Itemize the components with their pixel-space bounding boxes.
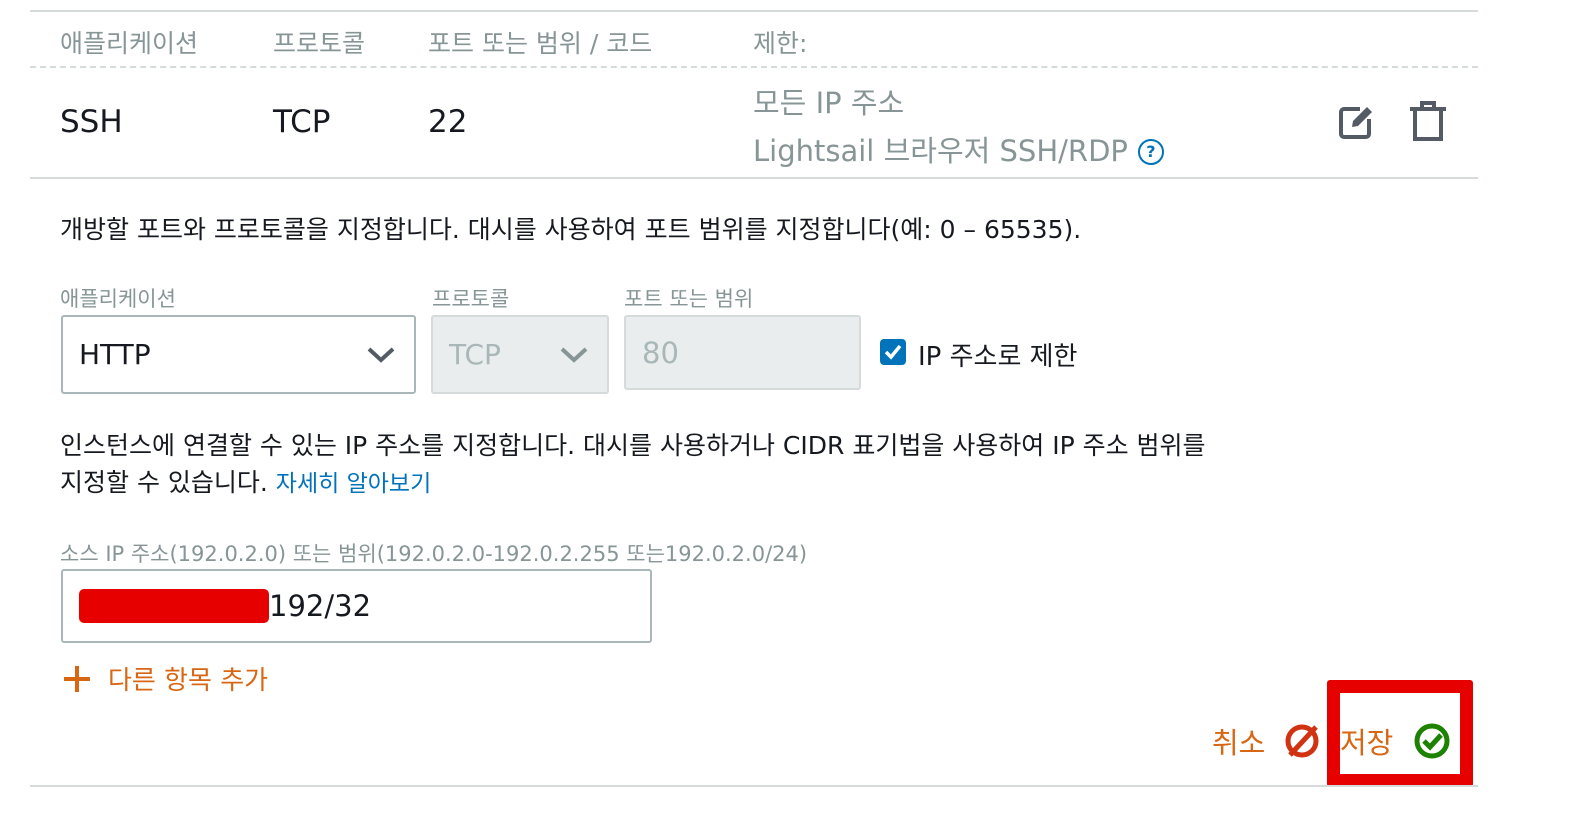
trash-icon[interactable] (1408, 101, 1448, 143)
add-item-button[interactable]: 다른 항목 추가 (62, 660, 268, 697)
cancel-button[interactable]: 취소 (1212, 720, 1321, 762)
source-ip-input[interactable]: 192/32 (61, 569, 652, 643)
rule-protocol: TCP (273, 104, 331, 140)
redacted-ip-prefix (79, 589, 269, 623)
highlight-box (1327, 680, 1473, 787)
column-header-application: 애플리케이션 (60, 29, 199, 58)
learn-more-link[interactable]: 자세히 알아보기 (276, 471, 431, 497)
rule-restriction-ip: 모든 IP 주소 (753, 86, 905, 120)
application-select[interactable]: HTTP (61, 315, 416, 394)
column-header-port: 포트 또는 범위 / 코드 (428, 29, 653, 58)
chevron-down-icon (367, 347, 395, 363)
restrict-ip-label[interactable]: IP 주소로 제한 (918, 336, 1077, 373)
bottom-border (30, 785, 1478, 787)
column-header-restriction: 제한: (753, 29, 808, 58)
protocol-label: 프로토콜 (432, 287, 510, 311)
rule-port: 22 (428, 104, 468, 140)
application-select-value: HTTP (79, 338, 151, 371)
source-ip-label: 소스 IP 주소(192.0.2.0) 또는 범위(192.0.2.0-192.… (60, 542, 808, 566)
restrict-ip-checkbox[interactable] (880, 339, 906, 365)
application-label: 애플리케이션 (60, 287, 176, 311)
column-header-protocol: 프로토콜 (273, 29, 366, 58)
source-ip-value: 192/32 (269, 589, 372, 623)
form-intro: 개방할 포트와 프로토콜을 지정합니다. 대시를 사용하여 포트 범위를 지정합… (60, 215, 1082, 244)
row-divider (30, 177, 1478, 179)
port-label: 포트 또는 범위 (624, 287, 754, 311)
port-input-value: 80 (642, 335, 679, 370)
rule-restriction-browser-ssh: Lightsail 브라우저 SSH/RDP? (753, 128, 1164, 170)
table-top-border (30, 10, 1478, 12)
cancel-label: 취소 (1212, 726, 1266, 760)
protocol-select: TCP (431, 315, 609, 394)
rule-application: SSH (60, 104, 123, 140)
edit-icon[interactable] (1338, 104, 1374, 140)
ip-help-line1: 인스턴스에 연결할 수 있는 IP 주소를 지정합니다. 대시를 사용하거나 C… (60, 431, 1206, 460)
ip-help-line2: 지정할 수 있습니다. 자세히 알아보기 (60, 463, 431, 504)
checkmark-icon (884, 344, 902, 360)
help-icon[interactable]: ? (1137, 139, 1164, 165)
plus-icon (64, 665, 90, 692)
cancel-icon (1285, 724, 1319, 758)
chevron-down-icon (560, 347, 588, 363)
ip-help-line2-text: 지정할 수 있습니다. (60, 468, 268, 497)
port-input: 80 (624, 315, 861, 390)
protocol-select-value: TCP (449, 338, 501, 371)
add-item-label: 다른 항목 추가 (108, 666, 269, 696)
rule-restriction-browser-ssh-label: Lightsail 브라우저 SSH/RDP (753, 134, 1128, 168)
header-divider (30, 66, 1478, 68)
